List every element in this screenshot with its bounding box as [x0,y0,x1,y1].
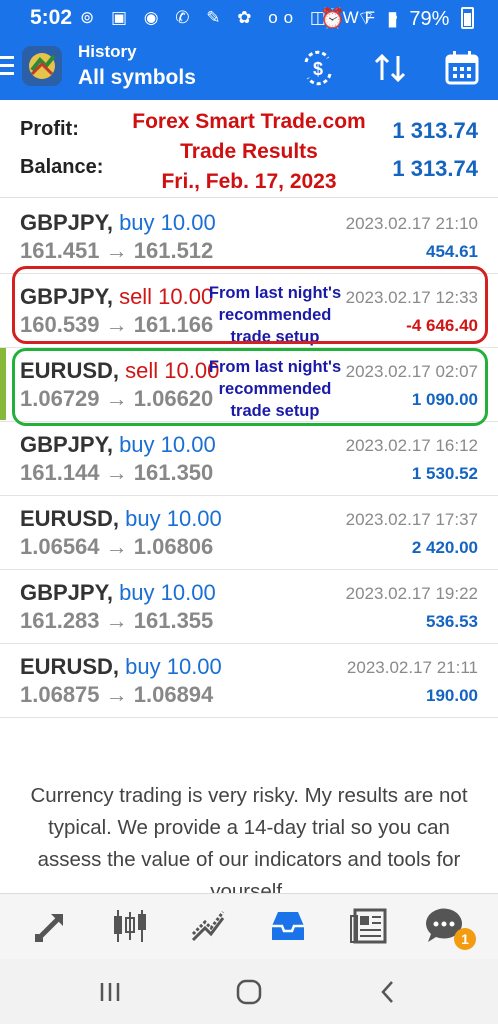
status-right: ⏰ ⌔ ▮ 79% [314,6,474,31]
trade-datetime: 2023.02.17 19:22 [345,584,478,603]
calendar-icon[interactable] [442,48,482,88]
trade-side: buy 10.00 [119,580,216,605]
trade-symbol: GBPJPY, [20,210,113,235]
trade-prices: 1.06564 → 1.06806 [20,534,214,559]
trade-prices: 1.06875 → 1.06894 [20,682,214,707]
trade-datetime: 2023.02.17 17:37 [345,510,478,529]
sort-icon[interactable] [370,48,410,88]
home-icon[interactable] [234,977,264,1007]
red-highlight-box [12,266,488,344]
trade-prices: 161.144 → 161.350 [20,460,214,485]
quotes-icon[interactable] [29,904,73,948]
trade-row[interactable]: GBPJPY, buy 10.00 161.144 → 161.350 2023… [0,422,498,496]
history-icon[interactable] [266,904,310,948]
trade-symbol: EURUSD, [20,654,120,679]
svg-text:$: $ [313,59,323,79]
trade-side: buy 10.00 [119,210,216,235]
chart-icon[interactable] [108,904,152,948]
battery-text: 79% [409,8,450,30]
app-logo-icon [22,46,62,86]
overlay-site-name: Forex Smart Trade.com [132,110,366,133]
title-history: History [78,42,137,61]
news-icon[interactable] [347,904,391,948]
trade-profit: 454.61 [426,242,478,261]
trade-profit: 190.00 [426,686,478,705]
trade-row[interactable]: EURUSD, buy 10.00 1.06875 → 1.06894 2023… [0,644,498,718]
signal-icon: ▮ [386,8,398,30]
trade-datetime: 2023.02.17 21:10 [345,214,478,233]
trade-profit: 2 420.00 [411,538,478,557]
trade-datetime: 2023.02.17 21:11 [346,658,478,677]
summary-panel: Profit: 1 313.74 Balance: 1 313.74 Forex… [0,100,498,198]
trade-prices: 161.451 → 161.512 [20,238,214,263]
chat-button[interactable]: 1 [422,904,476,950]
menu-icon[interactable] [0,56,14,78]
status-time: 5:02 [30,6,73,29]
title-all-symbols[interactable]: All symbols [78,66,196,90]
disclaimer-text: Currency trading is very risky. My resul… [30,784,468,903]
trade-datetime: 2023.02.17 16:12 [345,436,478,455]
trade-row[interactable]: GBPJPY, buy 10.00 161.283 → 161.355 2023… [0,570,498,644]
battery-icon [461,7,474,29]
trade-side: buy 10.00 [125,654,222,679]
trade-row[interactable]: EURUSD, buy 10.00 1.06564 → 1.06806 2023… [0,496,498,570]
overlay-date: Fri., Feb. 17, 2023 [161,170,337,193]
currency-exchange-icon[interactable]: $ [298,48,338,88]
status-bar: 5:02 ⊚ ▣ ◉ ✆ ✎ ✿ oo ◫ WF • ⏰ ⌔ ▮ 79% [0,0,498,36]
trade-profit: 536.53 [426,612,478,631]
trade-symbol: GBPJPY, [20,432,113,457]
app-bar: History All symbols $ [0,36,498,100]
trade-side: buy 10.00 [119,432,216,457]
trade-side: buy 10.00 [125,506,222,531]
bottom-nav: 1 [0,893,498,959]
green-highlight-box [12,348,488,426]
recent-apps-icon[interactable] [95,977,125,1007]
trade-symbol: GBPJPY, [20,580,113,605]
trade-row[interactable]: GBPJPY, buy 10.00 161.451 → 161.512 2023… [0,200,498,274]
app-title: History All symbols [78,42,196,90]
trade-icon[interactable] [187,904,231,948]
trade-symbol: EURUSD, [20,506,120,531]
chat-badge: 1 [454,928,476,950]
wifi-icon: ⌔ [356,8,376,30]
trade-profit: 1 530.52 [411,464,478,483]
back-icon[interactable] [374,977,404,1007]
alarm-icon: ⏰ [319,8,345,30]
system-nav [0,959,498,1024]
trade-prices: 161.283 → 161.355 [20,608,214,633]
overlay-trade-results: Trade Results [180,140,318,163]
